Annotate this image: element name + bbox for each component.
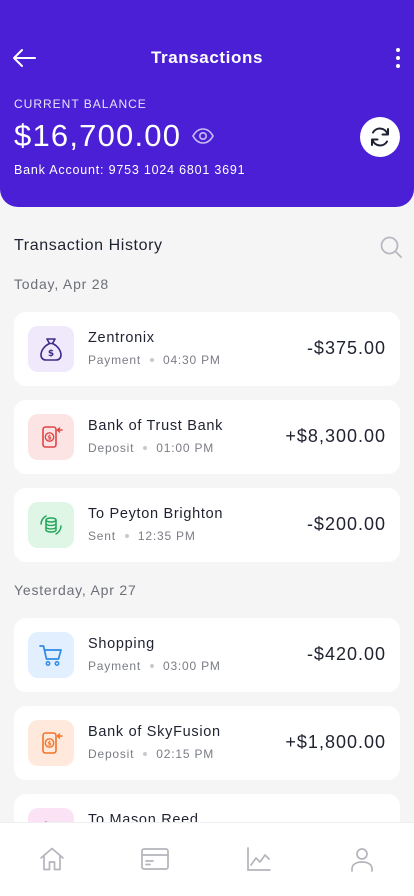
balance-amount: $16,700.00 [14, 118, 182, 153]
chart-icon [246, 847, 271, 871]
bank-account-number: Bank Account: 9753 1024 6801 3691 [14, 163, 246, 177]
transaction-amount: -$375.00 [306, 338, 386, 358]
balance-label: CURRENT BALANCE [14, 97, 147, 111]
transaction-time: 12:35 PM [137, 529, 196, 543]
transaction-type: Deposit [88, 441, 135, 455]
more-options-button[interactable] [390, 44, 406, 72]
transaction-item[interactable]: $ Zentronix Payment 04:30 PM -$375.00 [14, 312, 400, 386]
transaction-type: Deposit [88, 747, 135, 761]
refresh-icon [371, 127, 389, 147]
transaction-item[interactable]: Shopping Payment 03:00 PM -$420.00 [14, 618, 400, 692]
eye-icon [192, 128, 215, 144]
date-group-label: Today, Apr 28 [14, 276, 109, 292]
balance-header: Transactions CURRENT BALANCE $16,700.00 … [0, 0, 414, 207]
page-title: Transactions [150, 48, 264, 67]
transaction-amount: +$1,800.00 [285, 732, 386, 752]
transaction-item[interactable]: $ Bank of Trust Bank Deposit 01:00 PM +$… [14, 400, 400, 474]
coin-transfer-icon [40, 515, 62, 535]
card-icon [141, 848, 170, 870]
transaction-amount: -$420.00 [306, 644, 386, 664]
toggle-balance-button[interactable] [191, 124, 215, 148]
transaction-amount: -$200.00 [306, 514, 386, 534]
phone-deposit-icon: $ [42, 426, 63, 448]
transaction-type: Payment [88, 659, 141, 673]
date-group-label: Yesterday, Apr 27 [14, 582, 137, 598]
transaction-name: Zentronix [88, 330, 155, 346]
phone-deposit-icon: $ [42, 732, 63, 754]
transaction-name: To Peyton Brighton [88, 506, 224, 522]
cart-icon [39, 645, 62, 666]
nav-home[interactable] [30, 845, 74, 877]
svg-text:$: $ [47, 740, 52, 748]
nav-profile[interactable] [340, 845, 384, 877]
bottom-navigation [0, 822, 414, 896]
search-button[interactable] [378, 234, 404, 260]
nav-cards[interactable] [133, 845, 177, 877]
transaction-time: 03:00 PM [162, 659, 221, 673]
transaction-item[interactable]: $ Bank of SkyFusion Deposit 02:15 PM +$1… [14, 706, 400, 780]
transaction-time: 01:00 PM [156, 441, 215, 455]
transaction-time: 02:15 PM [156, 747, 215, 761]
refresh-button[interactable] [360, 117, 400, 157]
home-icon [39, 847, 64, 871]
transaction-name: Bank of SkyFusion [88, 724, 221, 740]
svg-text:$: $ [48, 349, 54, 359]
transaction-history-title: Transaction History [14, 237, 163, 254]
user-icon [351, 848, 374, 872]
money-bag-icon: $ [40, 338, 62, 361]
svg-text:$: $ [47, 434, 52, 442]
search-icon [380, 236, 402, 258]
more-vertical-icon [396, 48, 400, 52]
transaction-amount: +$8,300.00 [285, 426, 386, 446]
transaction-name: Bank of Trust Bank [88, 418, 224, 434]
nav-analytics[interactable] [237, 845, 281, 877]
transaction-item[interactable]: To Peyton Brighton Sent 12:35 PM -$200.0… [14, 488, 400, 562]
transaction-type: Payment [88, 353, 141, 367]
transaction-type: Sent [88, 529, 116, 543]
transaction-name: Shopping [88, 636, 155, 652]
transaction-time: 04:30 PM [162, 353, 221, 367]
